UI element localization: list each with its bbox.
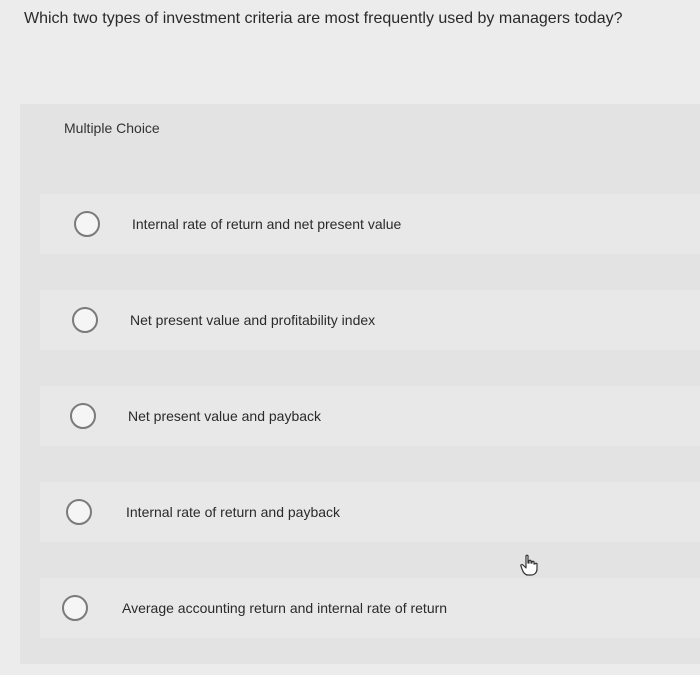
radio-button-3[interactable] [70,403,96,429]
choice-option-1[interactable]: Internal rate of return and net present … [40,194,700,254]
choice-label-2: Net present value and profitability inde… [130,312,376,328]
radio-button-4[interactable] [66,499,92,525]
choice-option-3[interactable]: Net present value and payback [40,386,700,446]
question-text: Which two types of investment criteria a… [24,10,623,27]
choice-option-5[interactable]: Average accounting return and internal r… [40,578,700,638]
multiple-choice-label: Multiple Choice [64,120,160,136]
choice-option-2[interactable]: Net present value and profitability inde… [40,290,700,350]
hand-pointer-icon [520,554,538,576]
choice-label-3: Net present value and payback [128,408,322,424]
choice-label-5: Average accounting return and internal r… [122,600,448,616]
choice-label-4: Internal rate of return and payback [126,504,341,520]
choice-option-4[interactable]: Internal rate of return and payback [40,482,700,542]
radio-button-1[interactable] [74,211,100,237]
radio-button-5[interactable] [62,595,88,621]
radio-button-2[interactable] [72,307,98,333]
choice-label-1: Internal rate of return and net present … [132,216,402,232]
